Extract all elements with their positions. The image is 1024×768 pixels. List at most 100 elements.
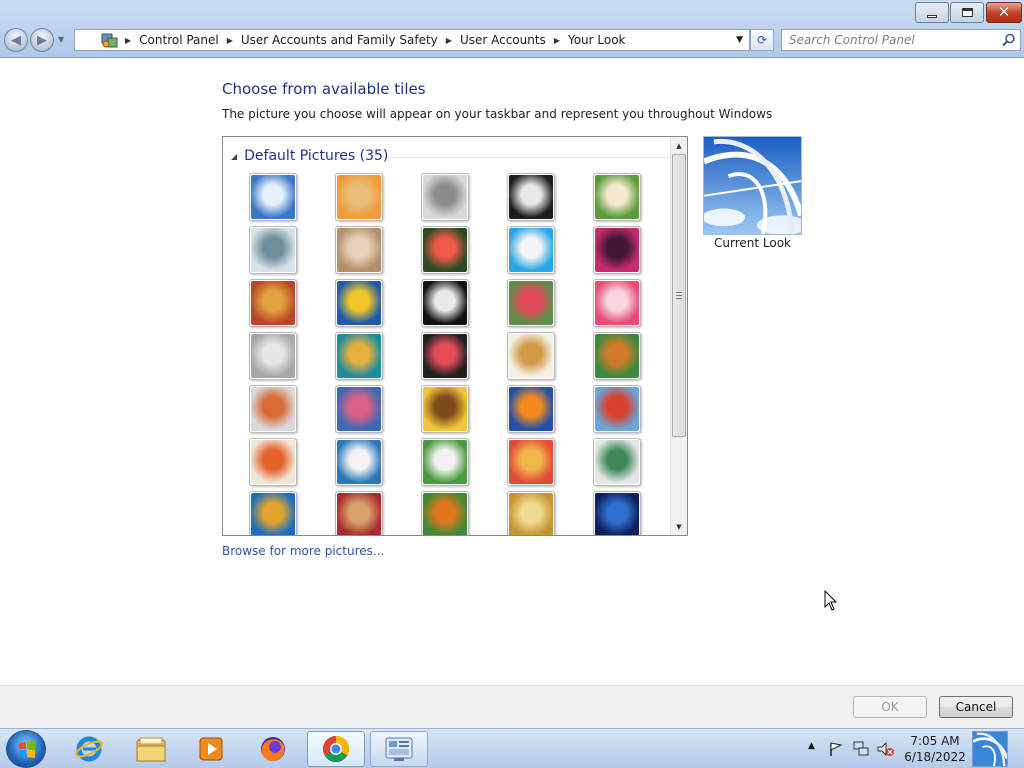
tile-robot-toy[interactable] (421, 173, 469, 221)
scroll-down-icon[interactable]: ▼ (671, 518, 687, 535)
tile-flower[interactable] (421, 226, 469, 274)
tile-starfish[interactable] (335, 173, 383, 221)
window-chrome: ✕ ◀ ▶ ▼ ▶ Control Panel ▶ User Accounts … (0, 0, 1024, 58)
breadcrumb-arrow-icon[interactable]: ▶ (227, 36, 233, 45)
taskbar-control-panel[interactable] (370, 731, 428, 767)
breadcrumb-arrow-icon[interactable]: ▶ (125, 36, 131, 45)
guitar-picture (509, 334, 553, 378)
maximize-button[interactable] (950, 2, 984, 23)
refresh-button[interactable]: ⟳ (750, 29, 774, 51)
control-panel-icon (101, 33, 118, 48)
flower-picture (423, 228, 467, 272)
tile-leaf[interactable] (335, 279, 383, 327)
tile-colorful-wall[interactable] (507, 438, 555, 486)
tile-star-ornament[interactable] (593, 279, 641, 327)
leaf-picture (337, 281, 381, 325)
cancel-button[interactable]: Cancel (939, 696, 1013, 718)
search-box[interactable] (781, 29, 1021, 51)
breadcrumb-arrow-icon[interactable]: ▶ (554, 36, 560, 45)
close-button[interactable]: ✕ (986, 2, 1022, 23)
tile-ball[interactable] (593, 226, 641, 274)
tile-jacks[interactable] (249, 332, 297, 380)
tile-doll[interactable] (249, 438, 297, 486)
tile-rollercoaster[interactable] (249, 173, 297, 221)
group-header[interactable]: ◢ Default Pictures (35) (231, 148, 671, 164)
tile-guitar[interactable] (507, 332, 555, 380)
tile-pomeranian[interactable] (593, 332, 641, 380)
clock[interactable]: 7:05 AM 6/18/2022 (900, 733, 970, 765)
butterfly-picture (423, 493, 467, 535)
taskbar-file-explorer[interactable] (122, 731, 180, 767)
collapse-triangle-icon[interactable]: ◢ (231, 152, 237, 161)
forward-button[interactable]: ▶ (30, 28, 54, 52)
tile-fabric[interactable] (335, 385, 383, 433)
page-title: Choose from available tiles (222, 80, 426, 98)
lucky-cat-picture (595, 175, 639, 219)
tile-balloon[interactable] (593, 385, 641, 433)
ok-button[interactable]: OK (853, 696, 927, 718)
chrome-icon (322, 735, 350, 763)
tile-dog[interactable] (421, 279, 469, 327)
control-panel-icon (385, 737, 413, 761)
breadcrumb-control-panel[interactable]: Control Panel (139, 33, 219, 47)
pomeranian-picture (595, 334, 639, 378)
search-icon[interactable] (1002, 33, 1016, 47)
tile-origami-crane[interactable] (421, 332, 469, 380)
tile-stairs[interactable] (335, 332, 383, 380)
tile-record-player[interactable] (507, 173, 555, 221)
taskbar-internet-explorer[interactable] (60, 731, 118, 767)
user-picture-icon[interactable] (972, 731, 1008, 767)
network-icon[interactable] (852, 740, 870, 758)
breadcrumb-user-accounts[interactable]: User Accounts (460, 33, 546, 47)
recent-pages-dropdown[interactable]: ▼ (58, 35, 64, 44)
taskbar-chrome[interactable] (307, 731, 365, 767)
gyroscope-picture (251, 228, 295, 272)
textiles-picture (251, 281, 295, 325)
vertical-scrollbar[interactable]: ▲ ▼ (670, 137, 687, 535)
balloon-picture (595, 387, 639, 431)
robot-picture (251, 387, 295, 431)
breadcrumb-arrow-icon[interactable]: ▶ (446, 36, 452, 45)
action-center-flag-icon[interactable] (828, 741, 844, 757)
tile-fish[interactable] (507, 385, 555, 433)
tray-overflow-icon[interactable]: ▲ (808, 741, 815, 751)
scroll-up-icon[interactable]: ▲ (671, 137, 687, 154)
minimize-icon (927, 15, 937, 18)
group-divider (387, 157, 671, 158)
taskbar-firefox[interactable] (244, 731, 302, 767)
soccer-ball-picture (423, 440, 467, 484)
tile-marbles[interactable] (593, 438, 641, 486)
tile-soccer-ball[interactable] (421, 438, 469, 486)
tile-sailboat[interactable] (335, 438, 383, 486)
breadcrumb-user-accounts-family-safety[interactable]: User Accounts and Family Safety (241, 33, 438, 47)
breadcrumb-your-look[interactable]: Your Look (568, 33, 626, 47)
tile-kitten[interactable] (335, 226, 383, 274)
tile-pinwheel[interactable] (507, 226, 555, 274)
search-input[interactable] (789, 30, 999, 50)
jacks-picture (251, 334, 295, 378)
tile-window[interactable] (249, 491, 297, 535)
doll-picture (251, 440, 295, 484)
scrollbar-thumb[interactable] (672, 154, 686, 437)
taskbar-media-player[interactable] (182, 731, 240, 767)
back-button[interactable]: ◀ (4, 28, 28, 52)
tile-lighthouse[interactable] (593, 491, 641, 535)
tile-gyroscope[interactable] (249, 226, 297, 274)
tile-sunflower[interactable] (421, 385, 469, 433)
volume-muted-icon[interactable] (876, 740, 894, 758)
tile-basket[interactable] (507, 491, 555, 535)
origami-crane-picture (423, 334, 467, 378)
robot-toy-picture (423, 175, 467, 219)
tile-crayons[interactable] (507, 279, 555, 327)
minimize-button[interactable] (915, 2, 949, 23)
tile-textiles[interactable] (249, 279, 297, 327)
start-button[interactable] (6, 730, 46, 768)
tile-list[interactable]: ◢ Default Pictures (35) ▲ ▼ (222, 136, 688, 536)
tile-rug[interactable] (335, 491, 383, 535)
address-bar[interactable]: ▶ Control Panel ▶ User Accounts and Fami… (74, 29, 750, 51)
chevron-down-icon[interactable]: ▼ (736, 35, 743, 45)
tile-lucky-cat[interactable] (593, 173, 641, 221)
browse-more-pictures-link[interactable]: Browse for more pictures... (222, 544, 384, 558)
tile-robot[interactable] (249, 385, 297, 433)
tile-butterfly[interactable] (421, 491, 469, 535)
